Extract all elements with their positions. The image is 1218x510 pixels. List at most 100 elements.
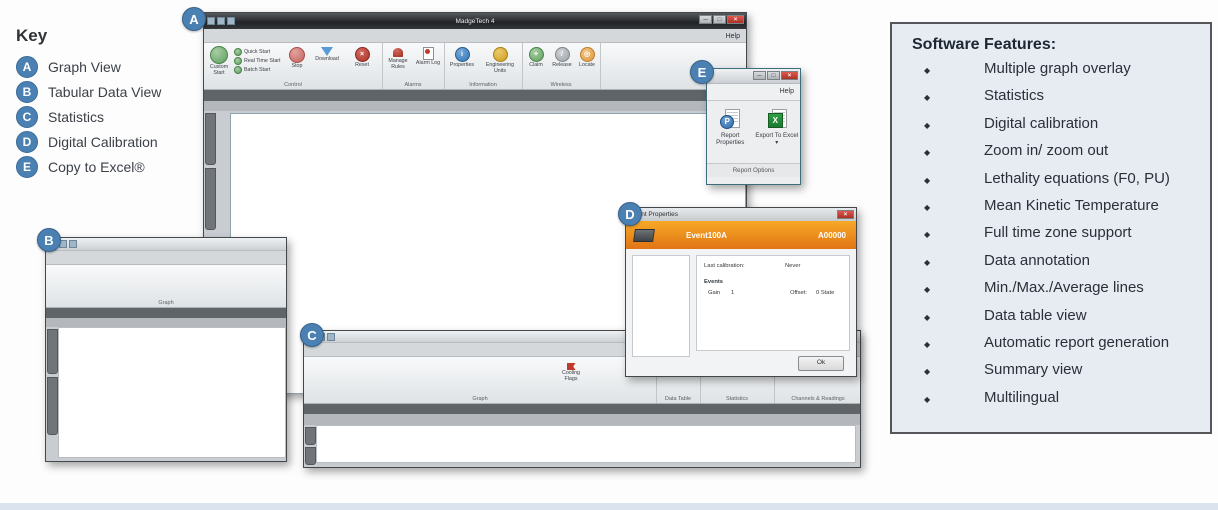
- qat-icon[interactable]: [327, 333, 335, 341]
- maximize-button[interactable]: □: [767, 71, 780, 80]
- report-properties-button[interactable]: P Report Properties: [708, 109, 752, 163]
- side-tab-file-devices[interactable]: [205, 168, 216, 230]
- help-link[interactable]: Help: [780, 88, 794, 95]
- calibration-panel: Last calibration: Never Events Gain 1 Of…: [696, 255, 850, 351]
- statistics-table[interactable]: [316, 425, 856, 463]
- device-name: Event100A: [686, 231, 727, 240]
- custom-start-button[interactable]: Custom Start: [206, 46, 232, 77]
- feature-label: Digital calibration: [984, 115, 1098, 132]
- release-button[interactable]: / Release: [549, 47, 575, 69]
- key-list: A Graph View B Tabular Data View CStatistics…: [16, 58, 196, 175]
- feature-label: Data annotation: [984, 252, 1090, 269]
- manage-rules-label: Manage Rules: [384, 59, 412, 71]
- key-item-label: Tabular Data View: [48, 84, 161, 100]
- real-time-start-button[interactable]: Real Time Start: [234, 57, 281, 65]
- feature-item: ◆Automatic report generation: [892, 334, 1210, 361]
- help-row: Help: [707, 84, 800, 101]
- side-tab-channels[interactable]: [205, 113, 216, 165]
- quick-start-label: Quick Start: [244, 49, 270, 55]
- side-tab-file-devices[interactable]: [305, 447, 316, 465]
- ribbon-group-information: i Properties Engineering Units Informati…: [444, 43, 523, 89]
- key-item-label: Digital Calibration: [48, 134, 158, 150]
- download-button[interactable]: Download: [311, 44, 343, 63]
- feature-label: Automatic report generation: [984, 334, 1169, 351]
- last-calibration-label: Last calibration:: [704, 263, 745, 269]
- real-time-start-label: Real Time Start: [244, 58, 281, 64]
- manage-rules-bell-icon: [393, 48, 403, 57]
- properties-nav: [632, 255, 690, 357]
- key-title: Key: [16, 26, 196, 46]
- features-title: Software Features:: [912, 36, 1210, 54]
- stop-label: Stop: [286, 64, 308, 70]
- feature-label: Full time zone support: [984, 224, 1132, 241]
- key-item-label: Graph View: [48, 59, 121, 75]
- side-tab-channels[interactable]: [47, 329, 58, 374]
- engineering-units-button[interactable]: Engineering Units: [482, 47, 518, 75]
- window-d-titlebar[interactable]: Event Properties ×: [626, 208, 856, 221]
- reset-label: Reset: [350, 63, 374, 69]
- qat-icon[interactable]: [69, 240, 77, 248]
- alarm-log-label: Alarm Log: [415, 61, 441, 67]
- badge-a: A: [182, 7, 206, 31]
- bullet-icon: ◆: [924, 367, 932, 376]
- key-badge-b: B: [16, 81, 38, 103]
- feature-item: ◆Data table view: [892, 307, 1210, 334]
- manage-rules-button[interactable]: Manage Rules: [384, 47, 412, 71]
- cooling-flags-button[interactable]: Cooling Flags: [557, 361, 585, 383]
- close-button[interactable]: ×: [727, 15, 744, 24]
- close-button[interactable]: ×: [781, 71, 798, 80]
- statistics-group-label: Statistics: [700, 396, 774, 402]
- key-item-label: Statistics: [48, 109, 104, 125]
- graph-group-label: Graph: [304, 396, 656, 402]
- feature-item: ◆Digital calibration: [892, 115, 1210, 142]
- window-a-title: MadgeTech 4: [204, 18, 746, 25]
- stop-button[interactable]: Stop: [286, 47, 308, 70]
- ribbon-group-graph: Cooling Flags Graph: [304, 357, 657, 403]
- events-label: Events: [704, 279, 723, 285]
- key-badge-d: D: [16, 131, 38, 153]
- minimize-button[interactable]: ─: [699, 15, 712, 24]
- properties-button[interactable]: i Properties: [447, 47, 477, 69]
- key-badge-e: E: [16, 156, 38, 178]
- feature-item: ◆Mean Kinetic Temperature: [892, 197, 1210, 224]
- ok-button[interactable]: Ok: [798, 356, 844, 371]
- key-badge-a: A: [16, 56, 38, 78]
- feature-label: Data table view: [984, 307, 1087, 324]
- help-link[interactable]: Help: [726, 33, 740, 40]
- feature-label: Statistics: [984, 87, 1044, 104]
- window-a-titlebar[interactable]: MadgeTech 4 ─ □ ×: [204, 13, 746, 29]
- close-button[interactable]: ×: [837, 210, 854, 219]
- key-item: CStatistics: [16, 108, 196, 125]
- reset-button[interactable]: × Reset: [350, 47, 374, 69]
- features-list: ◆Multiple graph overlay◆Statistics◆Digit…: [892, 60, 1210, 416]
- quick-start-button[interactable]: Quick Start: [234, 48, 281, 56]
- batch-start-label: Batch Start: [244, 67, 270, 73]
- window-tabular-data: Graph: [45, 237, 287, 462]
- claim-button[interactable]: + Claim: [524, 47, 548, 69]
- real-time-start-icon: [234, 57, 242, 65]
- window-copy-to-excel: ─ □ × Help P Report Properties X Export …: [706, 68, 801, 185]
- window-c-docbar: [304, 404, 860, 414]
- channels-readings-group-label: Channels & Readings: [774, 396, 862, 402]
- alarm-log-button[interactable]: Alarm Log: [415, 47, 441, 67]
- reset-icon: ×: [355, 47, 370, 62]
- feature-label: Zoom in/ zoom out: [984, 142, 1108, 159]
- side-tab-channels[interactable]: [305, 427, 316, 445]
- maximize-button[interactable]: □: [713, 15, 726, 24]
- export-to-excel-button[interactable]: X Export To Excel ▾: [755, 109, 799, 163]
- batch-start-icon: [234, 66, 242, 74]
- cooling-flag-icon: [567, 363, 576, 370]
- feature-item: ◆Multilingual: [892, 389, 1210, 416]
- batch-start-button[interactable]: Batch Start: [234, 66, 281, 74]
- properties-info-icon: i: [455, 47, 470, 62]
- minimize-button[interactable]: ─: [753, 71, 766, 80]
- export-to-excel-label: Export To Excel ▾: [755, 132, 799, 146]
- window-event-properties: Event Properties × Event100A A00000 Last…: [625, 207, 857, 377]
- locate-button[interactable]: ◎ Locate: [575, 47, 599, 69]
- bullet-icon: ◆: [924, 203, 932, 212]
- feature-item: ◆Full time zone support: [892, 224, 1210, 251]
- bullet-icon: ◆: [924, 176, 932, 185]
- feature-item: ◆Zoom in/ zoom out: [892, 142, 1210, 169]
- data-table[interactable]: [58, 327, 286, 458]
- side-tab-file-devices[interactable]: [47, 377, 58, 435]
